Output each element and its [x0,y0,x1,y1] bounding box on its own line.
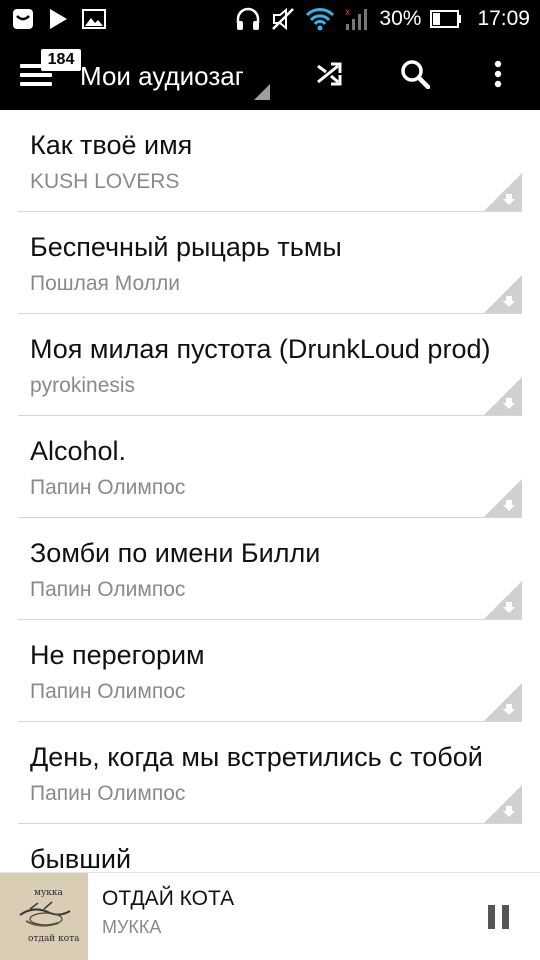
download-icon[interactable] [484,479,522,517]
battery-percent: 30% [379,7,422,30]
track-item[interactable]: Как твоё имя KUSH LOVERS [18,110,522,212]
track-item[interactable]: Alcohol. Папин Олимпос [18,416,522,518]
track-item[interactable]: День, когда мы встретились с тобой Папин… [18,722,522,824]
track-title: Моя милая пустота (DrunkLoud prod) [30,334,491,364]
more-vert-icon[interactable] [478,54,518,94]
track-artist: Папин Олимпос [30,782,186,805]
track-item[interactable]: Моя милая пустота (DrunkLoud prod) pyrok… [18,314,522,416]
shuffle-icon[interactable] [310,54,350,94]
track-title: бывший [30,844,132,872]
download-icon[interactable] [484,683,522,721]
track-item[interactable]: Зомби по имени Билли Папин Олимпос [18,518,522,620]
track-title: Alcohol. [30,436,127,466]
track-title: Зомби по имени Билли [30,538,321,568]
track-artist: Папин Олимпос [30,476,186,499]
spinner-arrow-icon [254,84,270,100]
status-bar: x 30% 17:09 [0,0,540,38]
download-icon[interactable] [484,173,522,211]
now-playing-bar[interactable]: мукка отдай кота ОТДАЙ КОТА МУККА [0,872,540,960]
track-artist: KUSH LOVERS [30,170,180,193]
svg-text:x: x [345,7,350,18]
pause-icon[interactable] [488,905,510,929]
wifi-icon [305,7,335,31]
clock: 17:09 [477,7,530,30]
page-title: Мои аудиозаписи [80,61,243,91]
download-icon[interactable] [484,377,522,415]
section-spinner[interactable]: Мои аудиозаписи [80,56,270,100]
play-store-icon [48,8,68,30]
track-title: Беспечный рыцарь тьмы [30,232,342,262]
search-icon[interactable] [395,54,435,94]
track-list[interactable]: Как твоё имя KUSH LOVERS Беспечный рыцар… [0,110,540,872]
cover-text-top: мукка [34,888,64,898]
track-title: Не перегорим [30,640,205,670]
track-item[interactable]: Беспечный рыцарь тьмы Пошлая Молли [18,212,522,314]
track-title: День, когда мы встретились с тобой [30,742,483,772]
track-title: Как твоё имя [30,130,193,160]
now-playing-artist: МУККА [102,917,162,937]
track-item[interactable]: бывший [18,824,522,872]
track-artist: Папин Олимпос [30,680,186,703]
signal-icon: x [344,6,370,32]
muted-icon [270,6,296,32]
notification-badge: 184 [41,49,81,71]
track-artist: pyrokinesis [30,374,136,397]
gallery-icon [82,9,106,29]
battery-icon [430,10,462,28]
toolbar: 184 Мои аудиозаписи [0,38,540,110]
track-item[interactable]: Не перегорим Папин Олимпос [18,620,522,722]
messenger-icon [12,8,34,30]
download-icon[interactable] [484,275,522,313]
cover-text-bottom: отдай кота [28,934,80,944]
album-cover[interactable]: мукка отдай кота [0,873,88,960]
headphones-icon [235,7,261,31]
download-icon[interactable] [484,581,522,619]
track-artist: Папин Олимпос [30,578,186,601]
track-artist: Пошлая Молли [30,272,180,295]
download-icon[interactable] [484,785,522,823]
now-playing-title: ОТДАЙ КОТА [102,887,235,910]
